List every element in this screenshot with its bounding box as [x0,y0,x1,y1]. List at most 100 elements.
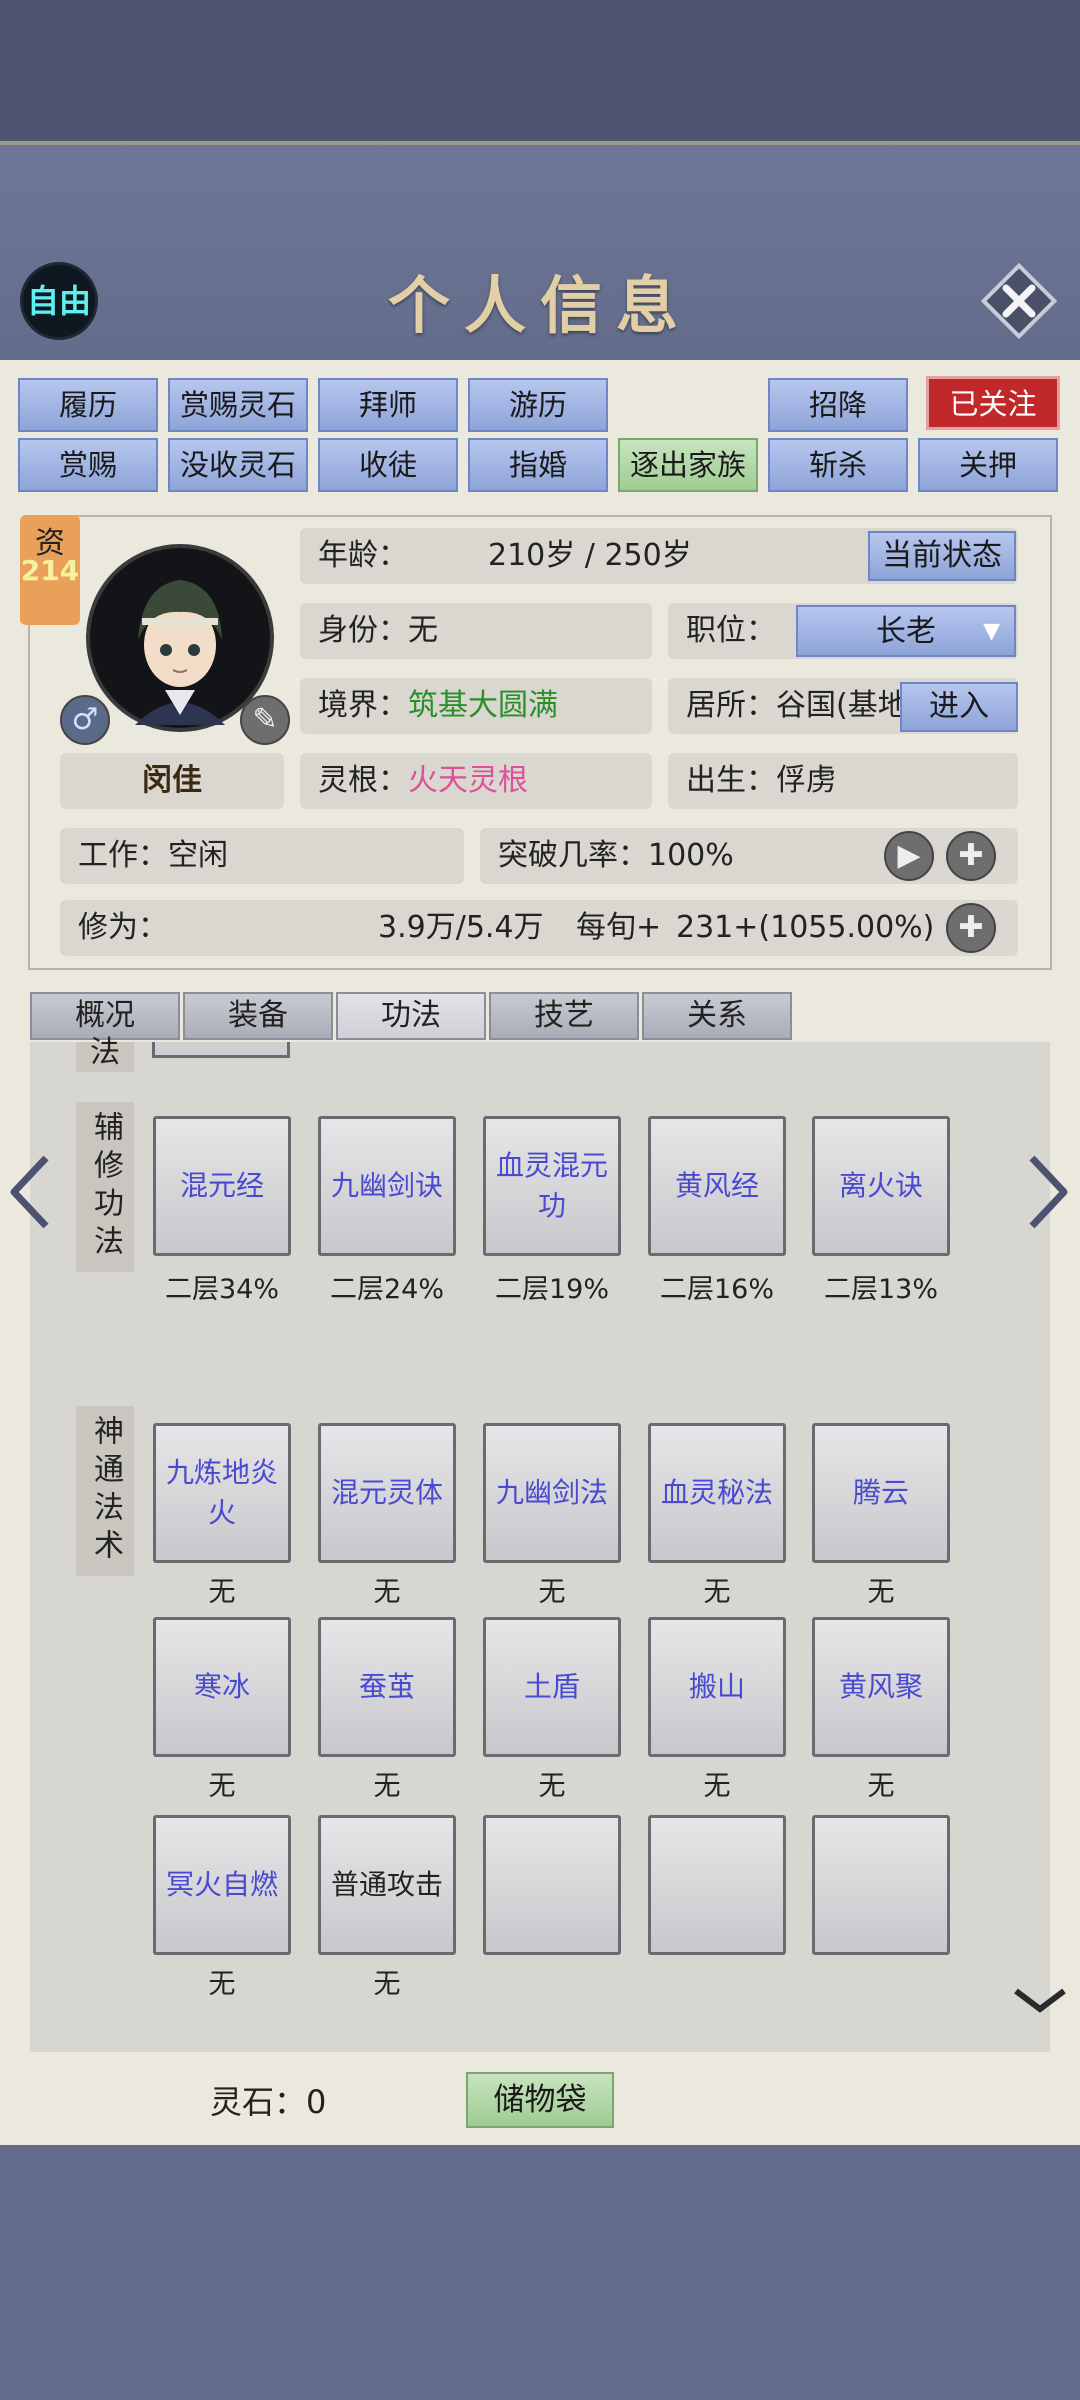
tab-equipment[interactable]: 装备 [183,992,333,1040]
position-label: 职位： [686,613,776,648]
empty-spell-slot[interactable] [812,1815,950,1955]
aux-skill-level: 二层16% [659,1274,774,1305]
execute-button[interactable]: 斩杀 [768,438,908,492]
per-period-label: 每旬+ [576,910,662,945]
aux-skill-slot[interactable]: 离火诀 [812,1116,950,1256]
chevron-down-icon: ▼ [983,619,1000,644]
section-label-partial: 法 [76,1038,134,1072]
cultivation-value: 3.9万/5.4万 [378,910,544,945]
spell-level: 无 [703,1771,731,1802]
arrange-marriage-button[interactable]: 指婚 [468,438,608,492]
tab-overview[interactable]: 概况 [30,992,180,1040]
expel-button[interactable]: 逐出家族 [618,438,758,492]
realm-field: 境界：筑基大圆满 [300,678,652,734]
spell-slot[interactable]: 腾云 [812,1423,950,1563]
spell-slot[interactable]: 冥火自燃 [153,1815,291,1955]
storage-bag-button[interactable]: 储物袋 [466,2072,614,2128]
spell-slot[interactable]: 蚕茧 [318,1617,456,1757]
spell-slot[interactable]: 黄风聚 [812,1617,950,1757]
position-dropdown[interactable]: 长老 ▼ [796,605,1016,657]
followed-button[interactable]: 已关注 [926,376,1060,430]
prev-arrow-icon[interactable] [6,1152,52,1249]
spell-slot[interactable]: 九炼地炎火 [153,1423,291,1563]
imprison-button[interactable]: 关押 [918,438,1058,492]
birth-value: 俘虏 [776,763,836,798]
identity-value: 无 [408,613,438,648]
age-label: 年龄： [318,538,408,573]
spell-level: 无 [538,1771,566,1802]
realm-value: 筑基大圆满 [408,688,558,723]
tab-relations[interactable]: 关系 [642,992,792,1040]
aux-skill-level: 二层19% [494,1274,609,1305]
per-period-value: 231+(1055.00%) [676,910,935,945]
spell-level: 无 [373,1577,401,1608]
aux-techniques-label: 辅修功法 [76,1102,134,1272]
empty-spell-slot[interactable] [648,1815,786,1955]
residence-value: 谷国(基地 [776,688,908,723]
spell-level: 无 [373,1969,401,2000]
breakthrough-field: 突破几率：100% [480,828,1018,884]
work-value: 空闲 [168,838,228,873]
spell-slot[interactable]: 寒冰 [153,1617,291,1757]
reward-stones-button[interactable]: 赏赐灵石 [168,378,308,432]
apprentice-button[interactable]: 拜师 [318,378,458,432]
aux-skill-slot[interactable]: 血灵混元功 [483,1116,621,1256]
character-name[interactable]: 闵佳 [60,753,284,809]
plus-icon[interactable]: ✚ [946,831,996,881]
current-status-button[interactable]: 当前状态 [868,531,1016,581]
identity-field: 身份：无 [300,603,652,659]
spell-level: 无 [867,1577,895,1608]
aux-skill-level: 二层13% [823,1274,938,1305]
cultivation-label: 修为： [78,910,168,945]
spell-slot[interactable]: 混元灵体 [318,1423,456,1563]
aux-skill-slot[interactable]: 混元经 [153,1116,291,1256]
confiscate-stones-button[interactable]: 没收灵石 [168,438,308,492]
position-value: 长老 [876,614,936,649]
spell-slot[interactable]: 普通攻击 [318,1815,456,1955]
take-disciple-button[interactable]: 收徒 [318,438,458,492]
spell-slot[interactable]: 土盾 [483,1617,621,1757]
breakthrough-label: 突破几率： [498,838,648,873]
next-arrow-icon[interactable] [1026,1152,1072,1249]
aux-skill-slot[interactable]: 黄风经 [648,1116,786,1256]
age-value: 210岁 / 250岁 [488,538,692,573]
aux-skill-level: 二层34% [164,1274,279,1305]
spirit-stone-display: 灵石：0 [210,2082,326,2122]
mode-badge[interactable]: 自由 [20,262,98,340]
top-bar [0,0,1080,145]
recruit-button[interactable]: 招降 [768,378,908,432]
bottom-area [0,2145,1080,2400]
spell-level: 无 [538,1577,566,1608]
spirit-stone-value: 0 [306,2083,327,2121]
birth-field: 出生：俘虏 [668,753,1018,809]
spell-slot[interactable]: 九幽剑法 [483,1423,621,1563]
chevron-right-icon [1029,1155,1068,1229]
spell-slot[interactable]: 血灵秘法 [648,1423,786,1563]
tab-skills[interactable]: 技艺 [489,992,639,1040]
history-button[interactable]: 履历 [18,378,158,432]
play-icon[interactable]: ▶ [884,831,934,881]
spells-label: 神通法术 [76,1406,134,1576]
aux-skill-level: 二层24% [329,1274,444,1305]
page-title: 个人信息 [387,269,692,342]
travel-button[interactable]: 游历 [468,378,608,432]
spirit-stone-label: 灵石： [210,2083,307,2121]
root-label: 灵根： [318,763,408,798]
spell-level: 无 [867,1771,895,1802]
tab-techniques[interactable]: 功法 [336,992,486,1040]
spell-level: 无 [208,1577,236,1608]
spell-level: 无 [208,1969,236,2000]
reward-button[interactable]: 赏赐 [18,438,158,492]
enter-button[interactable]: 进入 [900,682,1018,732]
root-value: 火天灵根 [408,763,528,798]
aux-skill-slot[interactable]: 九幽剑诀 [318,1116,456,1256]
close-button[interactable] [980,262,1058,340]
edit-icon[interactable]: ✎ [240,695,290,745]
empty-spell-slot[interactable] [483,1815,621,1955]
aptitude-value: 214 [20,554,80,587]
spell-slot[interactable]: 搬山 [648,1617,786,1757]
root-field: 灵根：火天灵根 [300,753,652,809]
cultivation-plus-icon[interactable]: ✚ [946,903,996,953]
scroll-down-icon[interactable] [1012,1985,1068,2019]
realm-label: 境界： [318,688,408,723]
